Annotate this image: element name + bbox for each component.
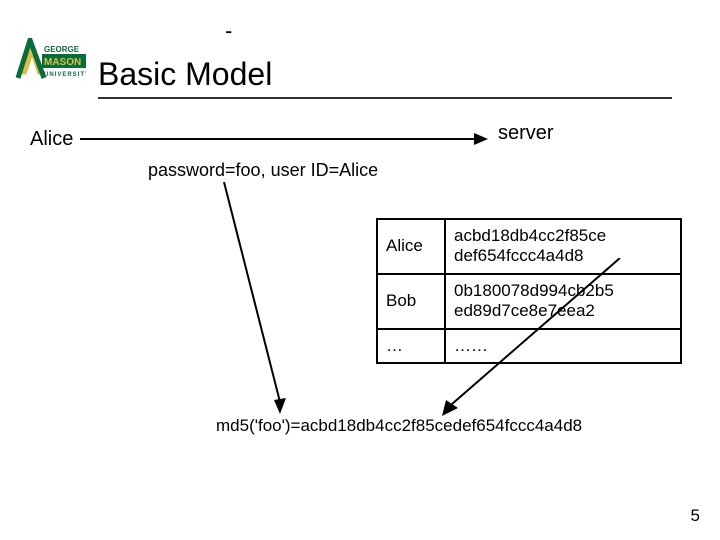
cell-user: … bbox=[377, 329, 445, 363]
password-table: Alice acbd18db4cc2f85ce def654fccc4a4d8 … bbox=[376, 218, 682, 364]
slide: - GEORGE MASON UNIVERSITY Basic Model Al… bbox=[0, 0, 720, 540]
hash-line2: ed89d7ce8e7eea2 bbox=[454, 301, 595, 320]
actor-alice: Alice bbox=[30, 128, 73, 151]
page-number: 5 bbox=[691, 506, 700, 526]
logo-text-bottom: MASON bbox=[44, 57, 81, 68]
hash-line1: 0b180078d994cb2b5 bbox=[454, 281, 614, 300]
bullet-dash: - bbox=[225, 18, 232, 44]
cell-user: Bob bbox=[377, 274, 445, 329]
cell-user: Alice bbox=[377, 219, 445, 274]
table-row: Bob 0b180078d994cb2b5 ed89d7ce8e7eea2 bbox=[377, 274, 681, 329]
table-row: Alice acbd18db4cc2f85ce def654fccc4a4d8 bbox=[377, 219, 681, 274]
hash-line1: …… bbox=[454, 336, 488, 355]
hash-line2: def654fccc4a4d8 bbox=[454, 246, 584, 265]
logo-text-top: GEORGE bbox=[44, 45, 80, 54]
table-row: … …… bbox=[377, 329, 681, 363]
hash-line1: acbd18db4cc2f85ce bbox=[454, 226, 606, 245]
slide-title: Basic Model bbox=[98, 56, 272, 93]
cell-hash: 0b180078d994cb2b5 ed89d7ce8e7eea2 bbox=[445, 274, 681, 329]
message-label: password=foo, user ID=Alice bbox=[148, 160, 378, 181]
university-logo: GEORGE MASON UNIVERSITY bbox=[14, 38, 86, 82]
arrow-login bbox=[80, 130, 488, 148]
logo-text-sub: UNIVERSITY bbox=[44, 72, 86, 78]
cell-hash: acbd18db4cc2f85ce def654fccc4a4d8 bbox=[445, 219, 681, 274]
actor-server: server bbox=[498, 122, 554, 145]
arrow-to-md5 bbox=[218, 182, 292, 416]
title-underline bbox=[98, 97, 672, 99]
md5-result: md5('foo')=acbd18db4cc2f85cedef654fccc4a… bbox=[216, 416, 582, 436]
cell-hash: …… bbox=[445, 329, 681, 363]
